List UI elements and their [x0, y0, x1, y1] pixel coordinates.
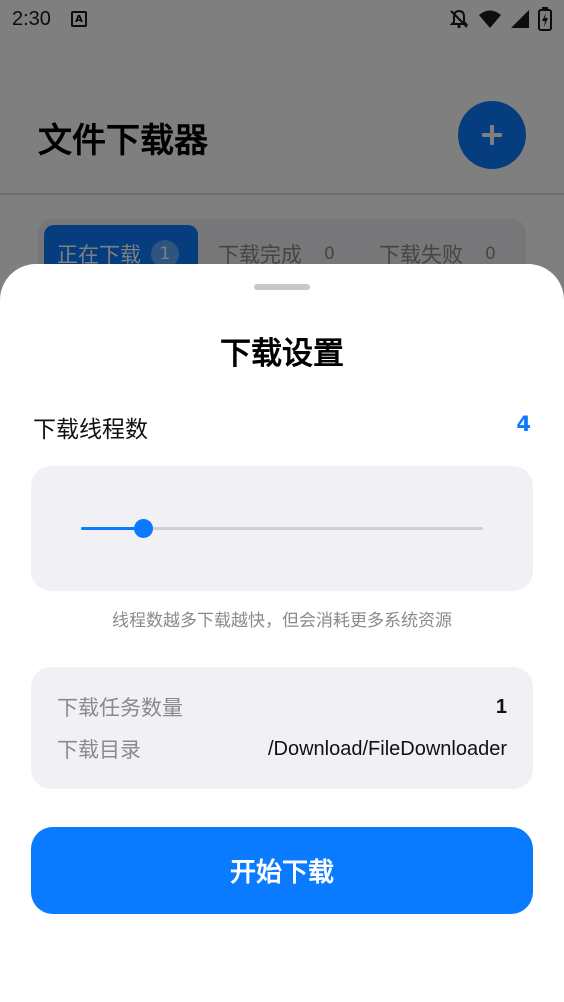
thread-slider[interactable] [81, 519, 483, 538]
thread-count-value: 4 [516, 412, 531, 436]
download-info-card: 下载任务数量 1 下载目录 /Download/FileDownloader [31, 667, 533, 789]
sheet-title: 下载设置 [220, 336, 344, 372]
info-row-task-count: 下载任务数量 1 [57, 692, 507, 722]
info-label: 下载目录 [57, 738, 141, 762]
slider-thumb[interactable] [134, 519, 154, 538]
download-settings-sheet: 下载设置 下载线程数 4 线程数越多下载越快，但会消耗更多系统资源 下载任务数量… [0, 264, 564, 1002]
info-value: /Download/FileDownloader [267, 737, 507, 760]
sheet-drag-handle[interactable] [254, 284, 310, 290]
info-label: 下载任务数量 [57, 696, 183, 720]
thread-hint: 线程数越多下载越快，但会消耗更多系统资源 [112, 611, 452, 631]
start-download-button[interactable]: 开始下载 [31, 827, 533, 914]
thread-count-label: 下载线程数 [33, 417, 148, 443]
info-row-directory: 下载目录 /Download/FileDownloader [57, 734, 507, 764]
info-value: 1 [495, 695, 507, 718]
thread-slider-card [31, 466, 533, 591]
